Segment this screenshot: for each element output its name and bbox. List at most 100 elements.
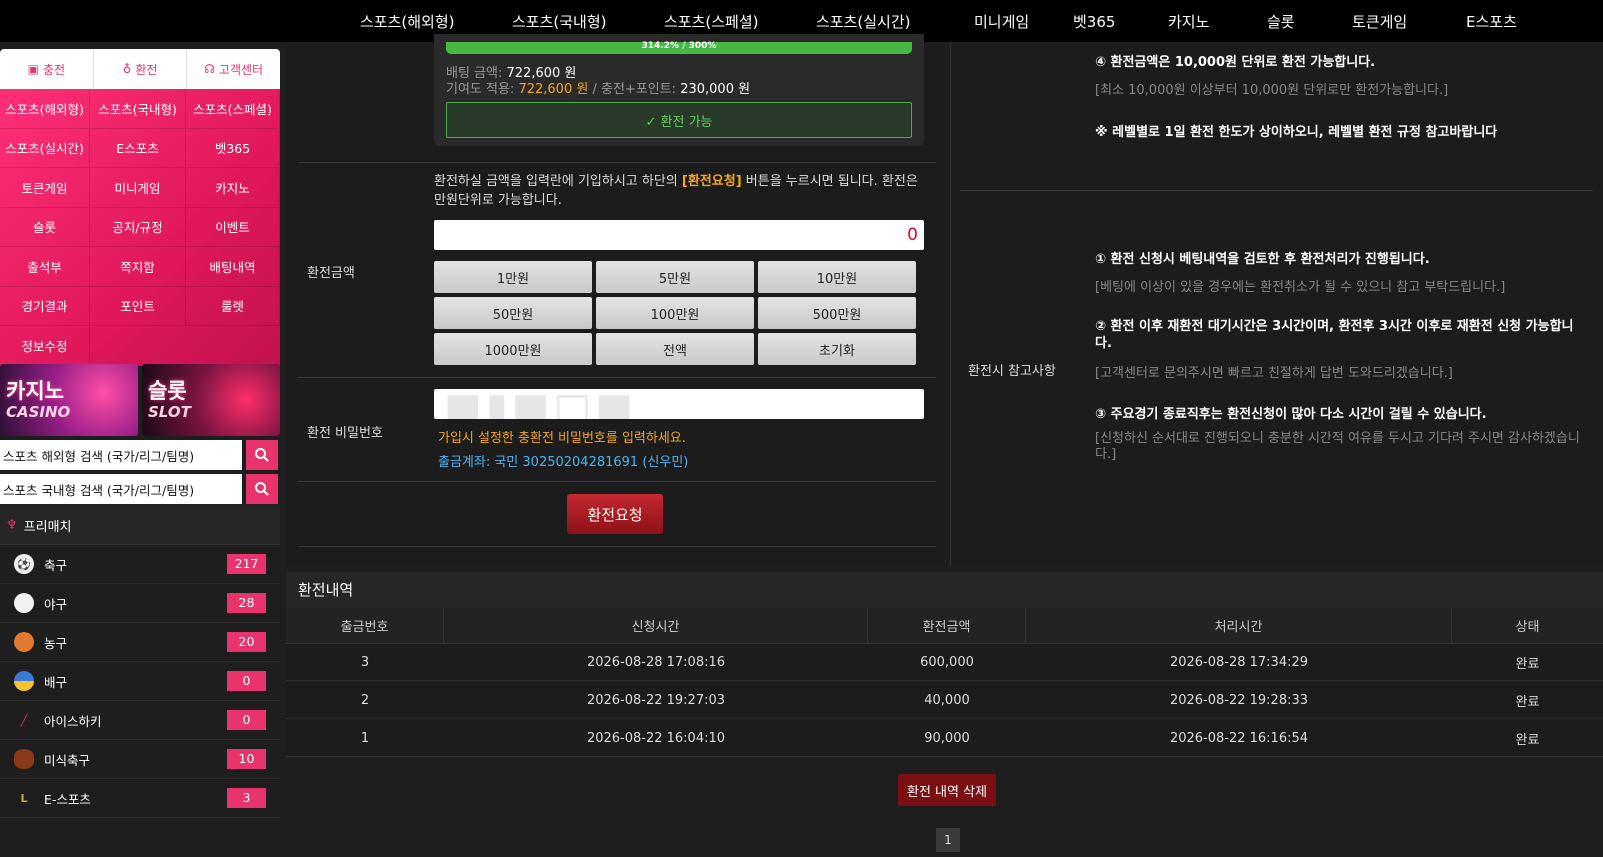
sidebar-item-roulette[interactable]: 룰렛: [186, 286, 280, 326]
amount-10m-button[interactable]: 1000만원: [434, 333, 592, 365]
sidebar-item-profile[interactable]: 정보수정: [0, 326, 90, 366]
cell-request-time: 2026-08-22 19:27:03: [586, 692, 726, 708]
search-domestic-input[interactable]: 스포츠 국내형 검색 (국가/리그/팀명): [0, 474, 242, 504]
delete-history-button[interactable]: 환전 내역 삭제: [898, 774, 996, 806]
note-1-detail: [베팅에 이상이 있을 경우에는 환전취소가 될 수 있으니 참고 부탁드립니다…: [1095, 280, 1506, 295]
amount-50k-button[interactable]: 5만원: [596, 261, 754, 293]
topnav-item-bet365[interactable]: 벳365: [1073, 11, 1168, 32]
note-level-limit: ※ 레벨별로 1일 환전 한도가 상이하오니, 레벨별 환전 규정 참고바랍니다: [1095, 125, 1498, 140]
note-3: ③ 주요경기 종료직후는 환전신청이 많아 다소 시간이 걸릴 수 있습니다.: [1095, 407, 1487, 422]
amount-100k-button[interactable]: 10만원: [758, 261, 916, 293]
casino-banner-subtitle: CASINO: [6, 403, 71, 421]
sidebar-item-bet-history[interactable]: 배팅내역: [186, 247, 280, 287]
sport-row-american-football[interactable]: 미식축구 10: [0, 740, 280, 779]
topnav-item-esports[interactable]: E스포츠: [1466, 11, 1546, 32]
sidebar-item-minigame[interactable]: 미니게임: [90, 168, 186, 208]
sidebar-item-messages[interactable]: 쪽지함: [90, 247, 186, 287]
prematch-header[interactable]: ♆ 프리매치: [0, 506, 280, 545]
exchange-request-button[interactable]: 환전요청: [567, 494, 663, 534]
history-table-header: 출금번호 신청시간 환전금액 처리시간 상태: [286, 608, 1603, 644]
casino-banner[interactable]: 카지노 CASINO: [0, 364, 138, 436]
topnav-item-slot[interactable]: 슬롯: [1267, 11, 1352, 32]
sport-row-volleyball[interactable]: 배구 0: [0, 662, 280, 701]
topnav-item-casino[interactable]: 카지노: [1168, 11, 1267, 32]
password-label: 환전 비밀번호: [307, 426, 383, 441]
basketball-icon: [14, 632, 34, 652]
search-overseas-button[interactable]: [246, 440, 278, 470]
table-row: 1 2026-08-22 16:04:10 90,000 2026-08-22 …: [286, 720, 1603, 757]
sidebar-item-sports-special[interactable]: 스포츠(스페셜): [186, 89, 280, 129]
password-hint: 가입시 설정한 충환전 비밀번호를 입력하세요.: [438, 431, 686, 446]
sport-row-esports[interactable]: L E-스포츠 3: [0, 779, 280, 818]
watermark-logo: ■▮■□■: [444, 389, 638, 419]
contribution-sep: /: [592, 82, 597, 97]
sidebar-item-esports[interactable]: E스포츠: [90, 128, 186, 168]
sidebar-item-casino[interactable]: 카지노: [186, 168, 280, 208]
contribution-value: 722,600 원: [518, 82, 589, 97]
wallet-icon: ▣: [27, 62, 39, 76]
cell-process-time: 2026-08-28 17:34:29: [1169, 654, 1309, 670]
sidebar-item-sports-live[interactable]: 스포츠(실시간): [0, 128, 90, 168]
cell-request-time: 2026-08-28 17:08:16: [586, 654, 726, 670]
amount-10k-button[interactable]: 1만원: [434, 261, 592, 293]
sport-row-basketball[interactable]: 농구 20: [0, 623, 280, 662]
topnav-item-minigame[interactable]: 미니게임: [974, 11, 1073, 32]
tab-exchange[interactable]: ♁ 환전: [94, 49, 188, 89]
exchange-available-button[interactable]: ✓ 환전 가능: [446, 102, 912, 138]
sidebar-item-points[interactable]: 포인트: [90, 286, 186, 326]
topnav-item-token-game[interactable]: 토큰게임: [1352, 11, 1466, 32]
cell-status: 완료: [1515, 656, 1540, 672]
search-icon: [255, 448, 269, 462]
amount-500k-button[interactable]: 50만원: [434, 297, 592, 329]
sidebar-item-event[interactable]: 이벤트: [186, 207, 280, 247]
charge-points-value: 230,000 원: [680, 82, 751, 97]
amount-1m-button[interactable]: 100만원: [596, 297, 754, 329]
search-overseas-input[interactable]: 스포츠 해외형 검색 (국가/리그/팀명): [0, 440, 242, 470]
topnav-item-sports-live[interactable]: 스포츠(실시간): [816, 11, 974, 32]
sport-row-hockey[interactable]: ╱ 아이스하키 0: [0, 701, 280, 740]
amount-input[interactable]: 0: [434, 220, 924, 250]
topnav-item-sports-special[interactable]: 스포츠(스페셜): [664, 11, 816, 32]
topnav-item-sports-overseas[interactable]: 스포츠(해외형): [360, 11, 512, 32]
amount-reset-button[interactable]: 초기화: [758, 333, 916, 365]
hockey-stick-icon: ╱: [20, 713, 28, 727]
sports-list: ⚽ 축구 217 야구 28 농구 20 배구 0 ╱ 아이스하키 0 미식축구…: [0, 545, 280, 818]
pagination-page-1[interactable]: 1: [936, 828, 960, 852]
amount-all-button[interactable]: 전액: [596, 333, 754, 365]
casino-banner-title: 카지노: [6, 379, 64, 403]
sidebar-item-results[interactable]: 경기결과: [0, 286, 90, 326]
divider: [298, 546, 936, 547]
contribution-label: 기여도 적용:: [446, 82, 515, 97]
tab-charge[interactable]: ▣ 충전: [0, 49, 94, 89]
cell-status: 완료: [1515, 732, 1540, 748]
sidebar-menu-grid: 스포츠(해외형) 스포츠(국내형) 스포츠(스페셜) 스포츠(실시간) E스포츠…: [0, 89, 280, 366]
table-row: 2 2026-08-22 19:27:03 40,000 2026-08-22 …: [286, 682, 1603, 719]
amount-label: 환전금액: [307, 266, 355, 281]
amount-5m-button[interactable]: 500만원: [758, 297, 916, 329]
divider: [298, 377, 936, 378]
cell-amount: 90,000: [924, 730, 970, 746]
sidebar-item-sports-overseas[interactable]: 스포츠(해외형): [0, 89, 90, 129]
topnav-item-sports-domestic[interactable]: 스포츠(국내형): [512, 11, 664, 32]
sidebar-item-sports-domestic[interactable]: 스포츠(국내형): [90, 89, 186, 129]
search-icon: [255, 482, 269, 496]
sidebar-item-empty: [90, 326, 280, 366]
sport-count: 0: [227, 671, 266, 691]
sidebar-tabs: ▣ 충전 ♁ 환전 ☊ 고객센터: [0, 49, 280, 89]
sidebar-item-bet365[interactable]: 벳365: [186, 128, 280, 168]
esports-icon: L: [20, 791, 28, 805]
prematch-label: 프리매치: [23, 519, 72, 535]
sidebar-item-token-game[interactable]: 토큰게임: [0, 168, 90, 208]
sidebar-item-slot[interactable]: 슬롯: [0, 207, 90, 247]
exchange-password-input[interactable]: ■▮■□■: [434, 389, 924, 419]
cell-id: 2: [360, 692, 370, 708]
sidebar-item-attendance[interactable]: 출석부: [0, 247, 90, 287]
sidebar-item-notice[interactable]: 공지/규정: [90, 207, 186, 247]
sport-count: 28: [227, 593, 266, 613]
sport-row-baseball[interactable]: 야구 28: [0, 584, 280, 623]
search-domestic-button[interactable]: [246, 474, 278, 504]
tab-support[interactable]: ☊ 고객센터: [187, 49, 280, 89]
slot-banner[interactable]: 슬롯 SLOT: [142, 364, 280, 436]
cell-status: 완료: [1515, 694, 1540, 710]
sport-row-soccer[interactable]: ⚽ 축구 217: [0, 545, 280, 584]
